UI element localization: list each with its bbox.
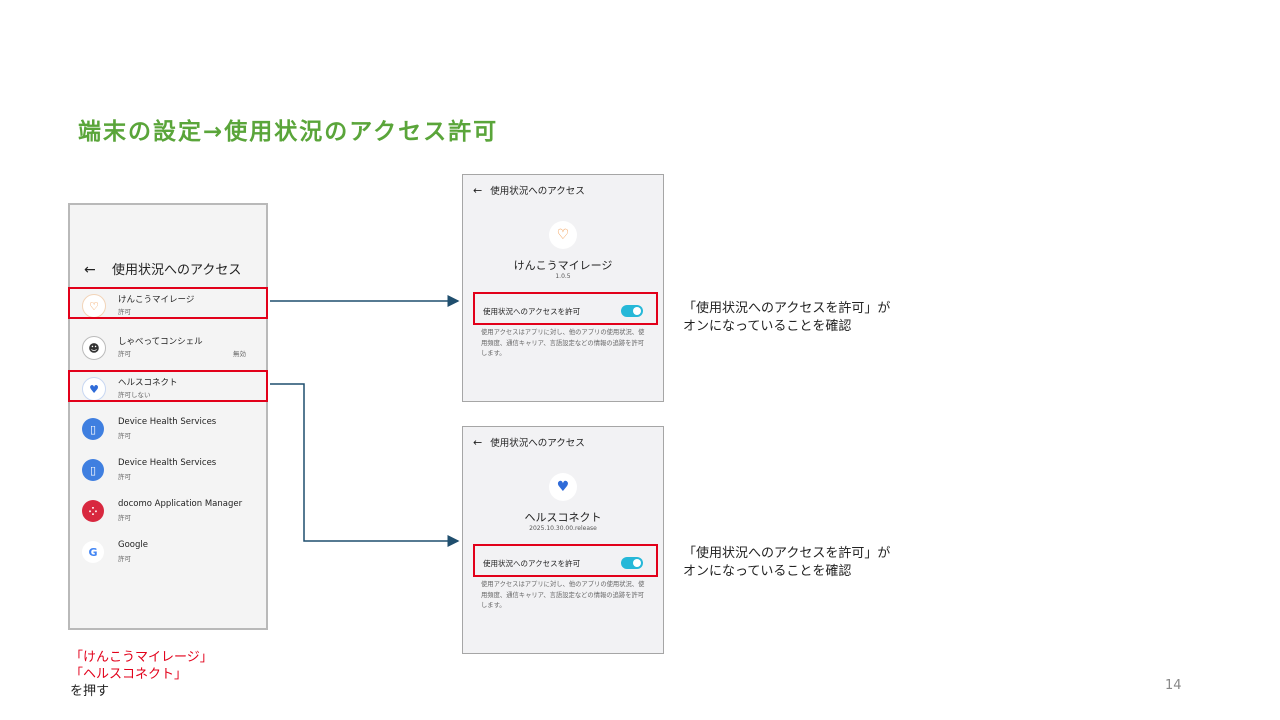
note-bottom: 「使用状況へのアクセスを許可」が オンになっていることを確認 (683, 545, 890, 581)
instruction-line: 「けんこうマイレージ」 (70, 650, 213, 665)
instruction-text: 「けんこうマイレージ」 「ヘルスコネクト」 を押す (70, 649, 213, 700)
note-line: オンになっていることを確認 (683, 319, 852, 334)
note-line: オンになっていることを確認 (683, 564, 852, 579)
arrow-to-health-detail (270, 383, 460, 547)
connector-arrows (270, 295, 460, 547)
note-line: 「使用状況へのアクセスを許可」が (683, 301, 891, 316)
instruction-line: を押す (70, 684, 110, 699)
note-top: 「使用状況へのアクセスを許可」が オンになっていることを確認 (683, 300, 890, 336)
page-number: 14 (1165, 678, 1182, 693)
note-line: 「使用状況へのアクセスを許可」が (683, 546, 891, 561)
instruction-line: 「ヘルスコネクト」 (70, 667, 188, 682)
